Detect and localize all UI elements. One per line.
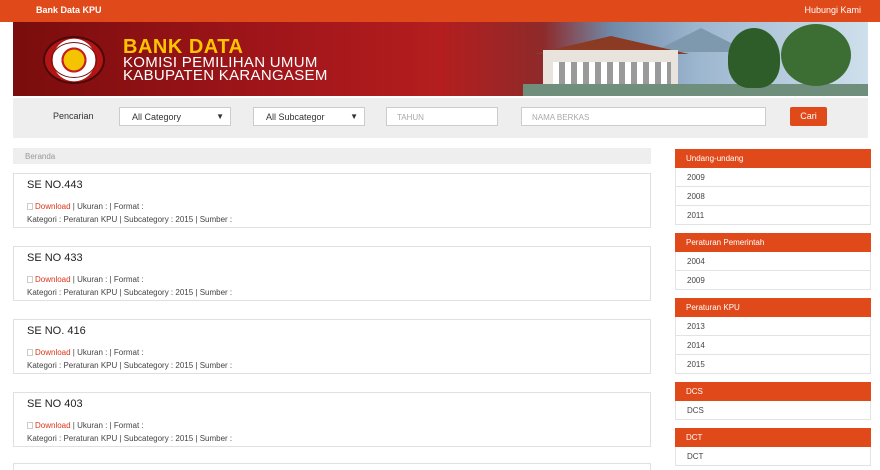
document-meta: Download | Ukuran : | Format : [27,348,144,357]
tree-image [781,24,851,86]
brand-link[interactable]: Bank Data KPU [36,5,102,15]
document-card: SE NO.443 Download | Ukuran : | Format :… [13,173,651,228]
document-title[interactable]: SE NO 403 [27,398,83,410]
checkbox-icon [27,349,33,356]
document-category: Kategori : Peraturan KPU | Subcategory :… [27,288,233,297]
sidebar-heading-peraturan-kpu[interactable]: Peraturan KPU [675,298,871,317]
category-select-value: All Category [132,112,182,122]
document-category: Kategori : Peraturan KPU | Subcategory :… [27,361,233,370]
header-banner: BANK DATA KOMISI PEMILIHAN UMUM KABUPATE… [13,22,868,96]
download-link[interactable]: Download [35,202,71,211]
banner-subtitle-2: KABUPATEN KARANGASEM [123,67,328,84]
contact-link[interactable]: Hubungi Kami [804,5,861,15]
download-link[interactable]: Download [35,421,71,430]
caret-down-icon: ▼ [216,112,224,121]
document-category: Kategori : Peraturan KPU | Subcategory :… [27,215,233,224]
sidebar-item[interactable]: DCT [675,447,871,466]
document-title[interactable]: SE NO. 416 [27,325,86,337]
top-navbar: Bank Data KPU Hubungi Kami [0,0,880,22]
search-panel: Pencarian All Category ▼ All Subcategor … [13,98,868,138]
checkbox-icon [27,276,33,283]
document-size-format: | Ukuran : | Format : [70,202,144,211]
breadcrumb[interactable]: Beranda [13,148,651,164]
sidebar-heading-undang-undang[interactable]: Undang-undang [675,149,871,168]
sidebar-heading-dct[interactable]: DCT [675,428,871,447]
nama-berkas-input[interactable]: NAMA BERKAS [521,107,766,126]
search-label: Pencarian [53,111,94,121]
sidebar-item[interactable]: DCS [675,401,871,420]
document-card: SE NO 433 Download | Ukuran : | Format :… [13,246,651,301]
document-size-format: | Ukuran : | Format : [70,275,144,284]
search-button[interactable]: Cari [790,107,827,126]
checkbox-icon [27,422,33,429]
sidebar-item[interactable]: 2015 [675,355,871,374]
category-select[interactable]: All Category ▼ [119,107,231,126]
building-columns-image [553,62,671,84]
caret-down-icon: ▼ [350,112,358,121]
document-card: SE NO 403 Download | Ukuran : | Format :… [13,392,651,447]
checkbox-icon [27,203,33,210]
sidebar-item[interactable]: 2004 [675,252,871,271]
sidebar-item[interactable]: 2014 [675,336,871,355]
document-size-format: | Ukuran : | Format : [70,348,144,357]
document-size-format: | Ukuran : | Format : [70,421,144,430]
tahun-input[interactable]: TAHUN [386,107,498,126]
document-category: Kategori : Peraturan KPU | Subcategory :… [27,434,233,443]
sidebar-item[interactable]: 2011 [675,206,871,225]
document-title[interactable]: SE NO 433 [27,252,83,264]
sidebar-item[interactable]: 2008 [675,187,871,206]
sidebar-item[interactable]: 2009 [675,168,871,187]
tree-image [728,28,780,88]
download-link[interactable]: Download [35,275,71,284]
subcategory-select[interactable]: All Subcategor ▼ [253,107,365,126]
sidebar-item[interactable]: 2013 [675,317,871,336]
document-card [13,463,651,470]
document-meta: Download | Ukuran : | Format : [27,275,144,284]
nama-berkas-placeholder: NAMA BERKAS [532,113,590,122]
document-meta: Download | Ukuran : | Format : [27,421,144,430]
download-link[interactable]: Download [35,348,71,357]
sidebar-item[interactable]: 2009 [675,271,871,290]
document-meta: Download | Ukuran : | Format : [27,202,144,211]
sidebar-heading-peraturan-pemerintah[interactable]: Peraturan Pemerintah [675,233,871,252]
tahun-placeholder: TAHUN [397,113,424,122]
sidebar-heading-dcs[interactable]: DCS [675,382,871,401]
document-card: SE NO. 416 Download | Ukuran : | Format … [13,319,651,374]
subcategory-select-value: All Subcategor [266,112,325,122]
logo-ring [51,42,97,78]
document-title[interactable]: SE NO.443 [27,179,83,191]
